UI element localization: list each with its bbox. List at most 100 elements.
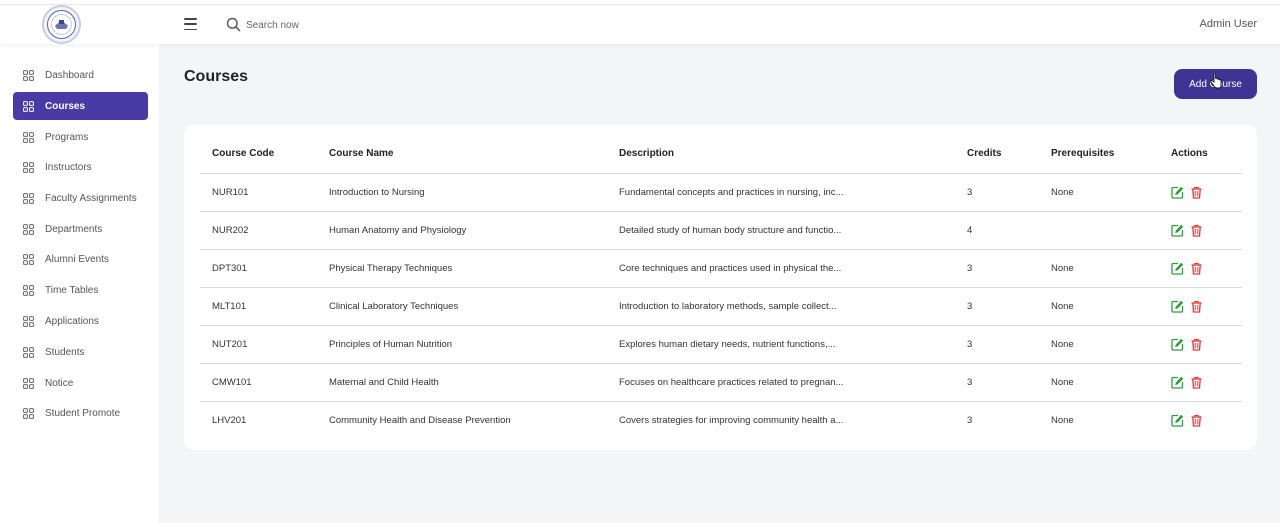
sidebar-item-label: Time Tables: [45, 284, 99, 296]
cell-credits: 4: [955, 211, 1039, 250]
user-menu[interactable]: Admin User: [1200, 18, 1257, 30]
trash-icon[interactable]: [1190, 338, 1203, 351]
cell-description: Detailed study of human body structure a…: [607, 211, 955, 250]
trash-icon[interactable]: [1190, 262, 1203, 275]
cell-course-name: Community Health and Disease Prevention: [329, 414, 511, 426]
cell-course-name: Introduction to Nursing: [317, 173, 607, 212]
cell-course-name: Clinical Laboratory Techniques: [317, 287, 607, 326]
column-header-actions: Actions: [1159, 135, 1242, 174]
sidebar: Dashboard Courses Programs Instructors Facul…: [0, 44, 159, 523]
sidebar-item-label: Courses: [45, 100, 86, 112]
edit-icon[interactable]: [1171, 300, 1184, 313]
sidebar-item-label: Programs: [45, 131, 89, 143]
cell-credits: 3: [967, 414, 973, 426]
column-header-credits: Credits: [955, 135, 1039, 174]
cell-actions: [1159, 287, 1242, 326]
column-header-prerequisites: Prerequisites: [1039, 135, 1159, 174]
sidebar-item-time-tables[interactable]: Time Tables: [13, 276, 148, 304]
edit-icon[interactable]: [1171, 224, 1184, 237]
cell-actions: [1159, 249, 1242, 288]
trash-icon[interactable]: [1190, 186, 1203, 199]
sidebar-item-label: Faculty Assignments: [45, 192, 137, 204]
cell-description: Introduction to laboratory methods, samp…: [607, 287, 955, 326]
sidebar-item-label: Dashboard: [45, 69, 94, 81]
cell-course-code: CMW101: [200, 363, 317, 402]
sidebar-item-alumni-events[interactable]: Alumni Events: [13, 245, 148, 273]
courses-table-card: Course Code Course Name Description Cred…: [184, 125, 1257, 450]
sidebar-item-label: Notice: [45, 377, 74, 389]
cell-actions: [1159, 401, 1242, 439]
table-row: NUR101 Introduction to Nursing Fundamental…: [200, 173, 1242, 212]
cell-actions: [1159, 363, 1242, 402]
cell-prerequisites: None: [1039, 173, 1159, 212]
cell-actions: [1159, 173, 1242, 212]
sidebar-item-applications[interactable]: Applications: [13, 307, 148, 335]
sidebar-item-dashboard[interactable]: Dashboard: [13, 61, 148, 89]
sidebar-item-student-promote[interactable]: Student Promote: [13, 399, 148, 427]
cell-course-code: NUR101: [200, 173, 317, 212]
edit-icon[interactable]: [1171, 338, 1184, 351]
cell-course-code: NUT201: [200, 325, 317, 364]
table-row: LHV201 Community Health and Disease Preve…: [200, 401, 1242, 439]
table-header-row: Course Code Course Name Description Cred…: [200, 135, 1242, 174]
institution-logo[interactable]: [42, 5, 81, 44]
sidebar-item-notice[interactable]: Notice: [13, 369, 148, 397]
hamburger-menu-icon[interactable]: [184, 18, 197, 30]
cell-course-name: Principles of Human Nutrition: [317, 325, 607, 364]
edit-icon[interactable]: [1171, 414, 1184, 427]
cell-credits: 3: [955, 249, 1039, 288]
table-row: NUR202 Human Anatomy and Physiology Detail…: [200, 211, 1242, 250]
sidebar-item-courses[interactable]: Courses: [13, 92, 148, 120]
grid-icon: [23, 315, 34, 327]
grid-icon: [23, 253, 34, 265]
cell-prerequisites: None: [1039, 363, 1159, 402]
search-icon[interactable]: [226, 17, 241, 32]
cell-prerequisites: None: [1039, 325, 1159, 364]
edit-icon[interactable]: [1171, 186, 1184, 199]
sidebar-item-label: Alumni Events: [45, 253, 109, 265]
edit-icon[interactable]: [1171, 376, 1184, 389]
edit-icon[interactable]: [1171, 262, 1184, 275]
cell-actions: [1159, 325, 1242, 364]
grid-icon: [23, 192, 34, 204]
sidebar-item-students[interactable]: Students: [13, 338, 148, 366]
cell-actions: [1159, 211, 1242, 250]
cell-credits: 3: [955, 173, 1039, 212]
sidebar-item-departments[interactable]: Departments: [13, 215, 148, 243]
grid-icon: [23, 284, 34, 296]
grid-icon: [23, 377, 34, 389]
grid-icon: [23, 161, 34, 173]
cell-credits: 3: [955, 325, 1039, 364]
cell-description: Core techniques and practices used in ph…: [607, 249, 955, 288]
cell-prerequisites: None: [1039, 287, 1159, 326]
grid-icon: [23, 69, 34, 81]
grid-icon: [23, 346, 34, 358]
sidebar-item-label: Applications: [45, 315, 99, 327]
cell-credits: 3: [955, 287, 1039, 326]
top-bar: Admin User: [0, 4, 1280, 44]
sidebar-item-faculty-assignments[interactable]: Faculty Assignments: [13, 184, 148, 212]
trash-icon[interactable]: [1190, 300, 1203, 313]
trash-icon[interactable]: [1190, 414, 1203, 427]
trash-icon[interactable]: [1190, 376, 1203, 389]
cell-course-name: Human Anatomy and Physiology: [317, 211, 607, 250]
sidebar-item-label: Student Promote: [45, 407, 121, 419]
cell-course-code: NUR202: [200, 211, 317, 250]
cell-description: Focuses on healthcare practices related …: [607, 363, 955, 402]
main-content: Courses Add Course Course Code Course Na…: [159, 44, 1280, 523]
column-header-course-name: Course Name: [317, 135, 607, 174]
sidebar-item-instructors[interactable]: Instructors: [13, 153, 148, 181]
grid-icon: [23, 223, 34, 235]
sidebar-item-label: Students: [45, 346, 85, 358]
search-input[interactable]: [246, 15, 446, 35]
sidebar-item-label: Instructors: [45, 161, 92, 173]
courses-table: Course Code Course Name Description Cred…: [200, 135, 1242, 439]
sidebar-item-programs[interactable]: Programs: [13, 123, 148, 151]
grid-icon: [23, 100, 34, 112]
trash-icon[interactable]: [1190, 224, 1203, 237]
cell-prerequisites: None: [1051, 414, 1074, 426]
cell-description: Explores human dietary needs, nutrient f…: [607, 325, 955, 364]
cell-description: Covers strategies for improving communit…: [619, 414, 844, 426]
table-row: NUT201 Principles of Human Nutrition Explo…: [200, 325, 1242, 364]
cell-prerequisites: [1039, 211, 1159, 250]
